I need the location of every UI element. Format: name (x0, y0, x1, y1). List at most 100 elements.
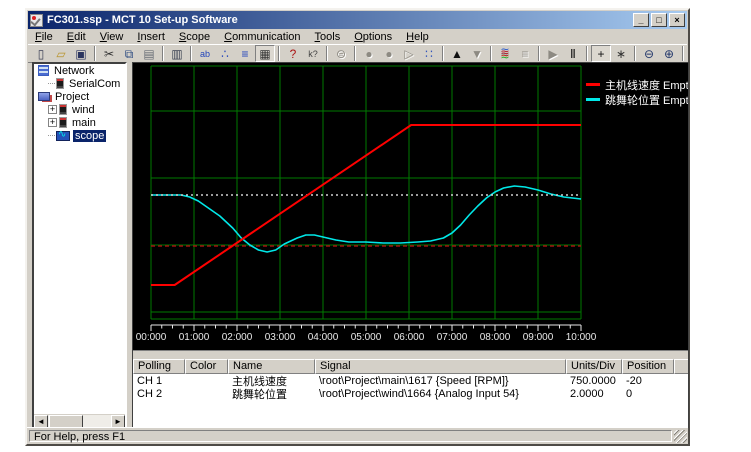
time-label: 08:000 (475, 332, 515, 343)
toolbar-separator (278, 46, 280, 61)
tree-item-label: SerialCom (67, 78, 122, 90)
time-label: 00:000 (132, 332, 171, 343)
toolbar-separator (586, 46, 588, 61)
time-label: 09:000 (518, 332, 558, 343)
move-down-button[interactable]: ▼ (467, 45, 487, 62)
legend-label: 跳舞轮位置 Empty (605, 92, 689, 108)
zoom-in-button[interactable]: ⊕ (659, 45, 679, 62)
help-button[interactable]: ? (283, 45, 303, 62)
title-bar[interactable]: FC301.ssp - MCT 10 Set-up Software _ □ × (28, 11, 687, 29)
toolbar-separator (538, 46, 540, 61)
cell-position: -20 (622, 375, 674, 387)
close-button[interactable]: × (669, 13, 685, 27)
tree-item-label: Project (53, 91, 91, 103)
tree-guide-line (48, 83, 55, 84)
toolbar-separator (162, 46, 164, 61)
write-to-drive-button[interactable]: ▷ (399, 45, 419, 62)
scope-chart[interactable]: 主机线速度 Empty跳舞轮位置 Empty 00:00001:00002:00… (133, 63, 689, 350)
network-scan-button[interactable]: ∴ (215, 45, 235, 62)
legend-color-dash (586, 98, 600, 101)
show-list-button[interactable]: ≡ (515, 45, 535, 62)
sidebar-item-scope[interactable]: scope (34, 129, 125, 142)
column-header-unitsdiv[interactable]: Units/Div (566, 359, 622, 374)
menu-scope[interactable]: Scope (172, 30, 217, 44)
sidebar-item-network[interactable]: Network (34, 64, 125, 77)
status-message: For Help, press F1 (29, 430, 672, 442)
tree-item-label: main (70, 117, 98, 129)
channel-row[interactable]: CH 2跳舞轮位置\root\Project\wind\1664 {Analog… (133, 387, 689, 400)
toolbar-separator (94, 46, 96, 61)
cell-channel: CH 1 (133, 375, 185, 387)
parameter-list-button[interactable]: ≡ (235, 45, 255, 62)
channel-row[interactable]: CH 1主机线速度\root\Project\main\1617 {Speed … (133, 374, 689, 387)
paste-button[interactable]: ▤ (139, 45, 159, 62)
print-button[interactable]: ▥ (167, 45, 187, 62)
legend-label: 主机线速度 Empty (605, 77, 689, 93)
menu-insert[interactable]: Insert (130, 30, 172, 44)
star-tool-button[interactable]: ∗ (611, 45, 631, 62)
poll-network-button[interactable]: ∷ (419, 45, 439, 62)
maximize-button[interactable]: □ (651, 13, 667, 27)
time-label: 03:000 (260, 332, 300, 343)
expand-toggle[interactable]: + (48, 118, 57, 127)
record-button[interactable]: ● (379, 45, 399, 62)
chart-table-separator (133, 350, 689, 359)
comm-settings-button[interactable]: ab (195, 45, 215, 62)
toolbar-separator (682, 46, 684, 61)
menu-help[interactable]: Help (399, 30, 436, 44)
column-header-position[interactable]: Position (622, 359, 674, 374)
channel-table-body: CH 1主机线速度\root\Project\main\1617 {Speed … (133, 374, 689, 428)
sidebar-item-project[interactable]: Project (34, 90, 125, 103)
drive-icon (59, 117, 67, 128)
save-button[interactable]: ▣ (71, 45, 91, 62)
menu-edit[interactable]: Edit (60, 30, 93, 44)
cell-units_per_div: 750.0000 (566, 375, 622, 387)
context-help-button[interactable]: k? (303, 45, 323, 62)
connect-drive-button[interactable]: ⊜ (331, 45, 351, 62)
project-icon (38, 92, 50, 101)
menu-file[interactable]: File (28, 30, 60, 44)
parameter-grid-button[interactable]: ▦ (255, 45, 275, 62)
menu-view[interactable]: View (93, 30, 131, 44)
zoom-out-button[interactable]: ⊖ (639, 45, 659, 62)
sidebar-item-main[interactable]: + main (34, 116, 125, 129)
resize-grip[interactable] (674, 430, 687, 443)
time-label: 02:000 (217, 332, 257, 343)
cut-button[interactable]: ✂ (99, 45, 119, 62)
column-header-blank[interactable] (674, 359, 689, 374)
menu-tools[interactable]: Tools (308, 30, 348, 44)
status-bar: For Help, press F1 (27, 427, 688, 444)
menu-options[interactable]: Options (347, 30, 399, 44)
toolbar-separator (442, 46, 444, 61)
pause-button[interactable]: Ⅱ (563, 45, 583, 62)
column-header-polling[interactable]: Polling (133, 359, 185, 374)
tree-horizontal-scrollbar[interactable]: ◄ ► (34, 414, 125, 428)
cell-units_per_div: 2.0000 (566, 388, 622, 400)
play-button[interactable]: ▶ (543, 45, 563, 62)
toolbar-separator (634, 46, 636, 61)
copy-button[interactable]: ⧉ (119, 45, 139, 62)
app-icon (30, 14, 43, 27)
column-header-color[interactable]: Color (185, 359, 228, 374)
toolbar-separator (326, 46, 328, 61)
show-traces-button[interactable]: ≋ (495, 45, 515, 62)
window-title: FC301.ssp - MCT 10 Set-up Software (47, 14, 633, 26)
expand-toggle[interactable]: + (48, 105, 57, 114)
legend-color-dash (586, 83, 600, 86)
desktop: FC301.ssp - MCT 10 Set-up Software _ □ ×… (0, 0, 751, 452)
sidebar-item-wind[interactable]: +wind (34, 103, 125, 116)
time-label: 04:000 (303, 332, 343, 343)
toolbar: ▯▱▣✂⧉▤▥ab∴≡▦?k?⊜●●▷∷▲▼≋≡▶Ⅱ+∗⊖⊕↖□▸| (28, 44, 687, 63)
stop-comm-button[interactable]: ● (359, 45, 379, 62)
new-button[interactable]: ▯ (31, 45, 51, 62)
open-button[interactable]: ▱ (51, 45, 71, 62)
app-window: FC301.ssp - MCT 10 Set-up Software _ □ ×… (25, 8, 690, 446)
move-up-button[interactable]: ▲ (447, 45, 467, 62)
toolbar-separator (490, 46, 492, 61)
minimize-button[interactable]: _ (633, 13, 649, 27)
sidebar-item-serialcom[interactable]: SerialCom (34, 77, 125, 90)
crosshair-tool-button[interactable]: + (591, 45, 611, 62)
legend-item: 主机线速度 Empty (586, 77, 689, 92)
column-header-signal[interactable]: Signal (315, 359, 566, 374)
menu-communication[interactable]: Communication (217, 30, 307, 44)
